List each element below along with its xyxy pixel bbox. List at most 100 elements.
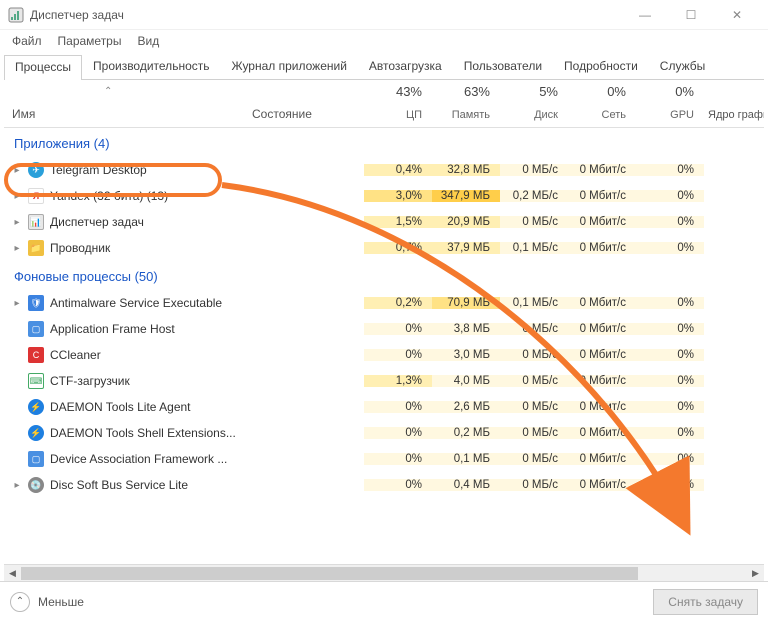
- cell-disk: 0,2 МБ/с: [500, 190, 568, 202]
- menu-view[interactable]: Вид: [131, 32, 165, 50]
- table-row[interactable]: ▸💿Disc Soft Bus Service Lite 0% 0,4 МБ 0…: [4, 472, 764, 498]
- end-task-button[interactable]: Снять задачу: [653, 589, 758, 615]
- table-row[interactable]: ▸🛡Antimalware Service Executable 0,2% 70…: [4, 290, 764, 316]
- cell-mem: 4,0 МБ: [432, 375, 500, 387]
- cell-gpu: 0%: [636, 164, 704, 176]
- table-row[interactable]: ▸✈Telegram Desktop 0,4% 32,8 МБ 0 МБ/с 0…: [4, 157, 764, 183]
- table-row[interactable]: ⚡DAEMON Tools Lite Agent 0% 2,6 МБ 0 МБ/…: [4, 394, 764, 420]
- daemon-icon: ⚡: [28, 399, 44, 415]
- cell-disk: 0 МБ/с: [500, 427, 568, 439]
- scroll-track[interactable]: [21, 565, 747, 582]
- chevron-right-icon[interactable]: ▸: [12, 243, 22, 254]
- scroll-thumb[interactable]: [21, 567, 638, 580]
- cell-gpu: 0%: [636, 427, 704, 439]
- col-cpu[interactable]: 43%ЦП: [364, 80, 432, 127]
- col-gpu-label: GPU: [642, 109, 694, 121]
- chevron-right-icon[interactable]: ▸: [12, 217, 22, 228]
- minimize-button[interactable]: —: [622, 0, 668, 30]
- tabstrip: Процессы Производительность Журнал прило…: [4, 54, 764, 80]
- col-status-label: Состояние: [252, 107, 312, 121]
- cell-mem: 0,2 МБ: [432, 427, 500, 439]
- fewer-details-button[interactable]: ⌃ Меньше: [10, 592, 84, 612]
- col-network[interactable]: 0%Сеть: [568, 80, 636, 127]
- fewer-details-label: Меньше: [38, 595, 84, 609]
- col-name[interactable]: ⌃ Имя: [4, 80, 244, 127]
- tab-services[interactable]: Службы: [649, 54, 716, 79]
- tab-details[interactable]: Подробности: [553, 54, 649, 79]
- table-row[interactable]: CCCleaner 0% 3,0 МБ 0 МБ/с 0 Мбит/с 0%: [4, 342, 764, 368]
- col-status[interactable]: Состояние: [244, 80, 364, 127]
- window-icon: ▢: [28, 321, 44, 337]
- table-row[interactable]: ▸📁Проводник 0,7% 37,9 МБ 0,1 МБ/с 0 Мбит…: [4, 235, 764, 261]
- yandex-icon: Я: [28, 188, 44, 204]
- cell-disk: 0 МБ/с: [500, 216, 568, 228]
- cell-mem: 347,9 МБ: [432, 190, 500, 202]
- scrollbar-horizontal[interactable]: ◀ ▶: [4, 564, 764, 581]
- col-mem-pc: 63%: [438, 84, 490, 99]
- cell-net: 0 Мбит/с: [568, 479, 636, 491]
- cell-net: 0 Мбит/с: [568, 401, 636, 413]
- scroll-left-icon[interactable]: ◀: [4, 565, 21, 582]
- col-gpu[interactable]: 0% GPU: [636, 80, 704, 127]
- cell-net: 0 Мбит/с: [568, 242, 636, 254]
- cell-disk: 0,1 МБ/с: [500, 242, 568, 254]
- chevron-right-icon[interactable]: ▸: [12, 298, 22, 309]
- cell-mem: 37,9 МБ: [432, 242, 500, 254]
- group-background[interactable]: Фоновые процессы (50): [4, 261, 764, 290]
- chevron-right-icon[interactable]: ▸: [12, 191, 22, 202]
- scroll-right-icon[interactable]: ▶: [747, 565, 764, 582]
- chevron-right-icon[interactable]: ▸: [12, 165, 22, 176]
- cell-net: 0 Мбит/с: [568, 216, 636, 228]
- process-name: DAEMON Tools Lite Agent: [50, 400, 191, 414]
- taskmgr-icon: [8, 7, 24, 23]
- table-row[interactable]: ▢Application Frame Host 0% 3,8 МБ 0 МБ/с…: [4, 316, 764, 342]
- col-disk[interactable]: 5%Диск: [500, 80, 568, 127]
- cell-gpu: 0%: [636, 190, 704, 202]
- chevron-right-icon[interactable]: ▸: [12, 480, 22, 491]
- tab-users[interactable]: Пользователи: [453, 54, 553, 79]
- table-row[interactable]: ▸📊Диспетчер задач 1,5% 20,9 МБ 0 МБ/с 0 …: [4, 209, 764, 235]
- cell-cpu: 1,5%: [364, 216, 432, 228]
- group-apps[interactable]: Приложения (4): [4, 128, 764, 157]
- column-headers: ⌃ Имя Состояние 43%ЦП 63%Память 5%Диск 0…: [4, 80, 764, 128]
- cell-net: 0 Мбит/с: [568, 323, 636, 335]
- ccleaner-icon: C: [28, 347, 44, 363]
- cell-cpu: 0%: [364, 323, 432, 335]
- table-row[interactable]: ▸ЯYandex (32 бита) (13) 3,0% 347,9 МБ 0,…: [4, 183, 764, 209]
- col-name-label: Имя: [12, 107, 35, 121]
- device-icon: ▢: [28, 451, 44, 467]
- cell-cpu: 0,7%: [364, 242, 432, 254]
- cell-cpu: 0%: [364, 453, 432, 465]
- cell-disk: 0 МБ/с: [500, 323, 568, 335]
- table-row[interactable]: ⌨CTF-загрузчик 1,3% 4,0 МБ 0 МБ/с 0 Мбит…: [4, 368, 764, 394]
- cell-net: 0 Мбит/с: [568, 453, 636, 465]
- process-name: Проводник: [50, 241, 110, 255]
- process-name: Disc Soft Bus Service Lite: [50, 478, 188, 492]
- cell-mem: 32,8 МБ: [432, 164, 500, 176]
- col-gpu-engine[interactable]: Ядро графиче: [704, 80, 764, 127]
- menu-file[interactable]: Файл: [6, 32, 48, 50]
- cell-mem: 2,6 МБ: [432, 401, 500, 413]
- tab-performance[interactable]: Производительность: [82, 54, 220, 79]
- menu-options[interactable]: Параметры: [52, 32, 128, 50]
- process-name: Application Frame Host: [50, 322, 175, 336]
- col-gpu-pc: 0%: [642, 84, 694, 99]
- tab-startup[interactable]: Автозагрузка: [358, 54, 453, 79]
- table-row[interactable]: ⚡ DAEMON Tools Shell Extensions... 0% 0,2…: [4, 420, 764, 446]
- process-name: DAEMON Tools Shell Extensions...: [50, 426, 236, 440]
- cell-gpu: 0%: [636, 453, 704, 465]
- maximize-button[interactable]: ☐: [668, 0, 714, 30]
- table-row[interactable]: ▢Device Association Framework ... 0% 0,1…: [4, 446, 764, 472]
- col-memory[interactable]: 63%Память: [432, 80, 500, 127]
- tab-apphistory[interactable]: Журнал приложений: [221, 54, 358, 79]
- close-button[interactable]: ✕: [714, 0, 760, 30]
- cell-mem: 3,0 МБ: [432, 349, 500, 361]
- col-disk-pc: 5%: [506, 84, 558, 99]
- cell-mem: 70,9 МБ: [432, 297, 500, 309]
- process-name: Telegram Desktop: [50, 163, 147, 177]
- tab-processes[interactable]: Процессы: [4, 55, 82, 80]
- titlebar: Диспетчер задач — ☐ ✕: [0, 0, 768, 30]
- cell-cpu: 0,2%: [364, 297, 432, 309]
- daemon-icon: ⚡: [28, 425, 44, 441]
- col-extra-label: Ядро графиче: [708, 109, 764, 121]
